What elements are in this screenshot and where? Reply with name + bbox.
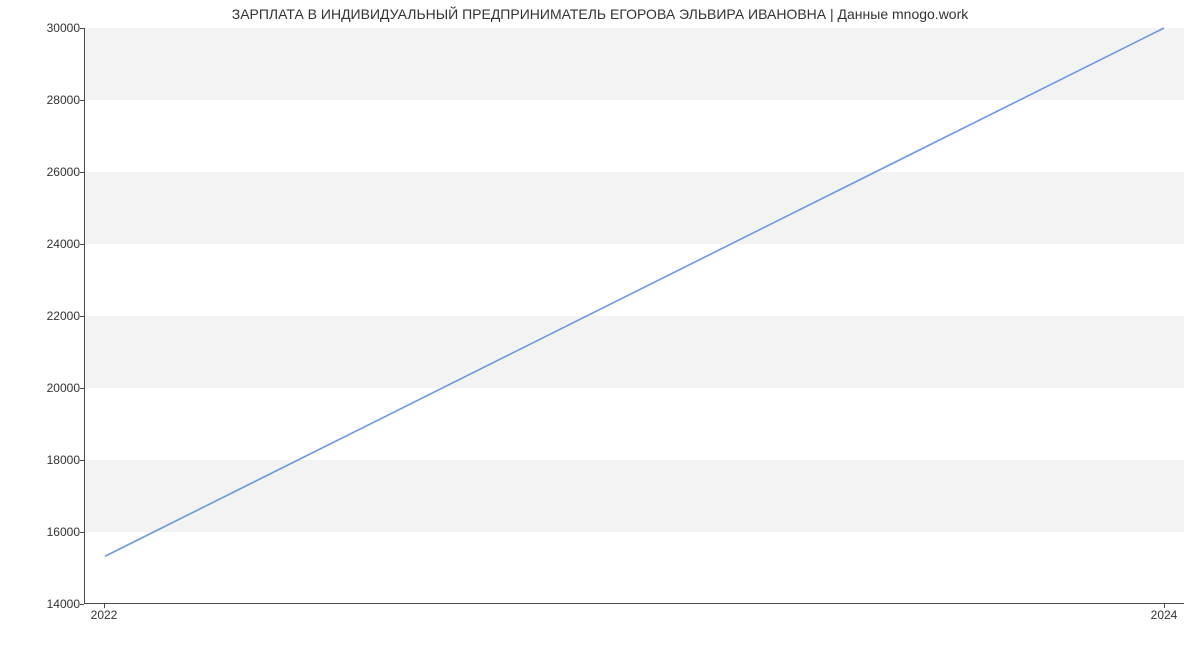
- y-tick-label: 18000: [20, 453, 80, 467]
- y-tick-label: 20000: [20, 381, 80, 395]
- y-tick-label: 30000: [20, 21, 80, 35]
- y-tick-label: 22000: [20, 309, 80, 323]
- y-tick-mark: [80, 604, 84, 605]
- y-tick-label: 28000: [20, 93, 80, 107]
- y-tick-label: 16000: [20, 525, 80, 539]
- salary-line-chart: ЗАРПЛАТА В ИНДИВИДУАЛЬНЫЙ ПРЕДПРИНИМАТЕЛ…: [0, 0, 1200, 650]
- x-tick-label: 2024: [1151, 608, 1178, 622]
- plot-area: [84, 28, 1184, 604]
- x-tick-mark: [1164, 604, 1165, 608]
- x-tick-label: 2022: [91, 608, 118, 622]
- salary-line-series: [105, 28, 1164, 556]
- y-tick-label: 26000: [20, 165, 80, 179]
- y-tick-label: 24000: [20, 237, 80, 251]
- line-layer: [85, 28, 1184, 603]
- x-tick-mark: [104, 604, 105, 608]
- y-tick-label: 14000: [20, 597, 80, 611]
- chart-title: ЗАРПЛАТА В ИНДИВИДУАЛЬНЫЙ ПРЕДПРИНИМАТЕЛ…: [0, 6, 1200, 22]
